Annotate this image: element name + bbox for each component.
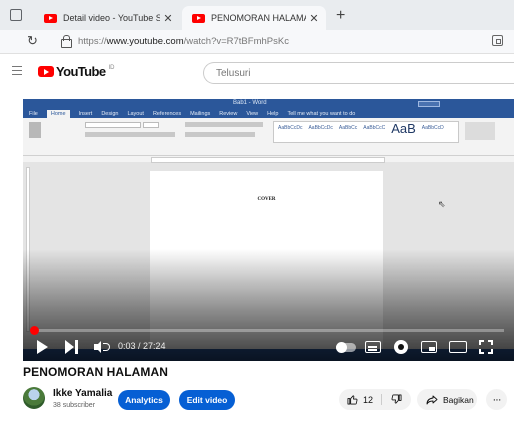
word-style-preview: AaBbCcD (421, 125, 444, 131)
word-style-preview: AaB (391, 121, 416, 136)
styles-gallery: AaBbCcDc AaBbCcDc AaBbCc AaBbCcC AaB AaBbCcD (273, 121, 459, 143)
paragraph-buttons (185, 132, 255, 137)
dislike-button[interactable] (382, 389, 411, 410)
corner (488, 349, 493, 354)
progress-bar[interactable] (29, 326, 504, 335)
tab-studio[interactable]: Detail video - YouTube Studio ✕ (34, 6, 180, 30)
corner (479, 349, 484, 354)
word-title-bar: Bab1 - Word (23, 99, 514, 109)
font-name-box (85, 122, 141, 128)
reader-mode-icon[interactable] (492, 35, 503, 46)
mouse-cursor-icon: ⇖ (438, 199, 446, 209)
youtube-logo[interactable]: YouTube ID (38, 64, 114, 79)
time-display: 0:03 / 27:24 (118, 341, 166, 351)
share-button[interactable]: Bagikan (417, 389, 477, 410)
word-window-title: Bab1 - Word (233, 100, 267, 106)
reload-icon[interactable]: ↻ (27, 33, 38, 49)
word-ribbon-tab: View (246, 110, 259, 117)
word-ruler (23, 156, 514, 163)
word-style-preview: AaBbCc (338, 125, 358, 131)
word-ribbon: AaBbCcDc AaBbCcDc AaBbCc AaBbCcC AaB AaBbCcD (23, 118, 514, 156)
menu-icon[interactable] (12, 66, 22, 75)
youtube-logo-icon (38, 66, 54, 77)
like-count: 12 (363, 394, 374, 405)
word-ribbon-tab: Mailings (190, 110, 211, 117)
volume-wave (103, 343, 110, 351)
youtube-header: YouTube ID Telusuri (0, 54, 514, 88)
play-icon[interactable] (37, 340, 48, 354)
logo-text: YouTube (56, 64, 106, 79)
edit-video-button[interactable]: Edit video (179, 390, 235, 410)
page-text: COVER (257, 197, 276, 202)
url-domain: www.youtube.com (106, 36, 184, 47)
subscriber-count: 38 subscriber (53, 402, 96, 409)
tab-title: PENOMORAN HALAMAN - YouTu (211, 13, 306, 23)
corner (479, 340, 484, 345)
search-input[interactable]: Telusuri (203, 62, 514, 84)
word-ribbon-tab: Design (101, 110, 119, 117)
theater-icon[interactable] (449, 341, 467, 353)
url-field[interactable]: https://www.youtube.com/watch?v=R7tBFmhP… (78, 36, 289, 47)
corner (488, 340, 493, 345)
channel-name[interactable]: Ikke Yamalia (53, 388, 112, 399)
thumb-up-icon (347, 395, 358, 405)
word-ribbon-tab: References (152, 110, 182, 117)
font-size-box (143, 122, 159, 128)
browser-tab-bar: Detail video - YouTube Studio ✕ PENOMORA… (0, 0, 514, 30)
word-ribbon-tab: Review (219, 110, 238, 117)
close-icon[interactable]: ✕ (160, 12, 176, 25)
word-ribbon-tab: File (29, 110, 38, 117)
editing-group (465, 122, 495, 140)
address-bar: ↻ https://www.youtube.com/watch?v=R7tBFm… (0, 30, 514, 54)
logo-region: ID (108, 65, 115, 71)
paste-icon (29, 122, 41, 138)
avatar[interactable] (23, 387, 45, 409)
word-signin (418, 101, 440, 107)
word-style-preview: AaBbCcDc (308, 125, 333, 131)
volume-icon[interactable] (94, 341, 110, 353)
share-icon (426, 395, 438, 404)
url-path: /watch?v=R7tBFmhPsKc (183, 36, 289, 47)
word-ribbon-tabs: File Home Insert Design Layout References Mail… (23, 109, 514, 118)
word-ribbon-tab: Home (46, 109, 70, 118)
fullscreen-icon[interactable] (479, 340, 493, 354)
youtube-favicon (192, 13, 205, 23)
url-prefix: https:// (78, 36, 107, 47)
plus-icon[interactable]: + (336, 7, 345, 25)
word-ribbon-tab: Insert (78, 110, 93, 117)
autoplay-icon[interactable] (336, 342, 356, 353)
more-actions-button[interactable]: ··· (486, 389, 507, 410)
like-dislike-group: 12 (339, 389, 411, 410)
format-buttons (85, 132, 175, 137)
analytics-button[interactable]: Analytics (118, 390, 170, 410)
word-ribbon-tab: Tell me what you want to do (287, 110, 356, 117)
thumb-down-icon (391, 394, 402, 404)
captions-icon[interactable] (365, 341, 381, 353)
paragraph-buttons (185, 122, 263, 127)
next-icon[interactable] (65, 340, 79, 354)
player-controls: 0:03 / 27:24 (23, 335, 514, 359)
like-button[interactable]: 12 (339, 389, 379, 410)
word-ribbon-tab: Help (267, 110, 279, 117)
tab-title: Detail video - YouTube Studio (63, 13, 160, 23)
word-style-preview: AaBbCcC (363, 125, 386, 131)
miniplayer-icon[interactable] (421, 341, 437, 353)
progress-scrubber[interactable] (29, 326, 39, 335)
video-player[interactable]: Bab1 - Word File Home Insert Design Layout Re… (23, 99, 514, 361)
youtube-favicon (44, 13, 57, 23)
window-icon[interactable] (10, 9, 22, 21)
video-title: PENOMORAN HALAMAN (23, 365, 169, 379)
tab-video[interactable]: PENOMORAN HALAMAN - YouTu ✕ (182, 6, 326, 30)
gear-icon[interactable] (394, 340, 408, 354)
share-label: Bagikan (443, 394, 474, 405)
close-icon[interactable]: ✕ (306, 12, 322, 25)
word-style-preview: AaBbCcDc (278, 125, 303, 131)
word-ribbon-tab: Layout (127, 110, 144, 117)
lock-icon[interactable] (61, 35, 72, 48)
